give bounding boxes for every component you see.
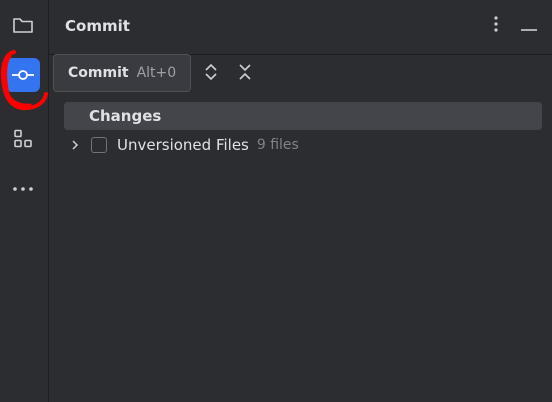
unversioned-files-count: 9 files xyxy=(256,137,299,153)
commit-tool-button[interactable] xyxy=(6,58,40,92)
unversioned-files-label: Unversioned Files xyxy=(117,136,249,154)
chevron-right-icon[interactable] xyxy=(66,136,84,154)
expand-all-button[interactable] xyxy=(200,63,222,85)
tool-window-strip xyxy=(0,0,49,402)
changes-tree: Changes Unversioned Files 9 files xyxy=(64,102,542,160)
changes-group-row[interactable]: Changes xyxy=(64,102,542,130)
project-tool-button[interactable] xyxy=(6,8,40,42)
tooltip-label: Commit xyxy=(68,65,129,81)
hide-panel-button[interactable] xyxy=(518,15,540,37)
commit-icon xyxy=(11,67,35,83)
structure-icon xyxy=(12,128,34,150)
panel-title: Commit xyxy=(65,17,130,35)
unversioned-files-row[interactable]: Unversioned Files 9 files xyxy=(64,130,542,160)
tooltip-shortcut: Alt+0 xyxy=(136,65,177,81)
commit-panel: Commit Commit Alt+0 Changes Unversioned … xyxy=(49,0,552,402)
minimize-icon xyxy=(520,17,538,36)
panel-header: Commit xyxy=(49,0,552,55)
folder-icon xyxy=(12,15,34,35)
changes-group-label: Changes xyxy=(89,107,162,125)
commit-tooltip: Commit Alt+0 xyxy=(53,54,192,92)
options-button[interactable] xyxy=(485,15,507,37)
kebab-menu-icon xyxy=(493,15,499,37)
unversioned-files-checkbox[interactable] xyxy=(91,137,107,153)
commit-toolbar: Commit Alt+0 xyxy=(49,54,552,94)
collapse-all-button[interactable] xyxy=(234,63,256,85)
collapse-all-icon xyxy=(238,63,252,85)
more-icon xyxy=(12,185,34,193)
commit-window: Commit Commit Alt+0 Changes Unversioned … xyxy=(0,0,552,402)
structure-tool-button[interactable] xyxy=(6,122,40,156)
expand-all-icon xyxy=(204,63,218,85)
more-tools-button[interactable] xyxy=(6,172,40,206)
